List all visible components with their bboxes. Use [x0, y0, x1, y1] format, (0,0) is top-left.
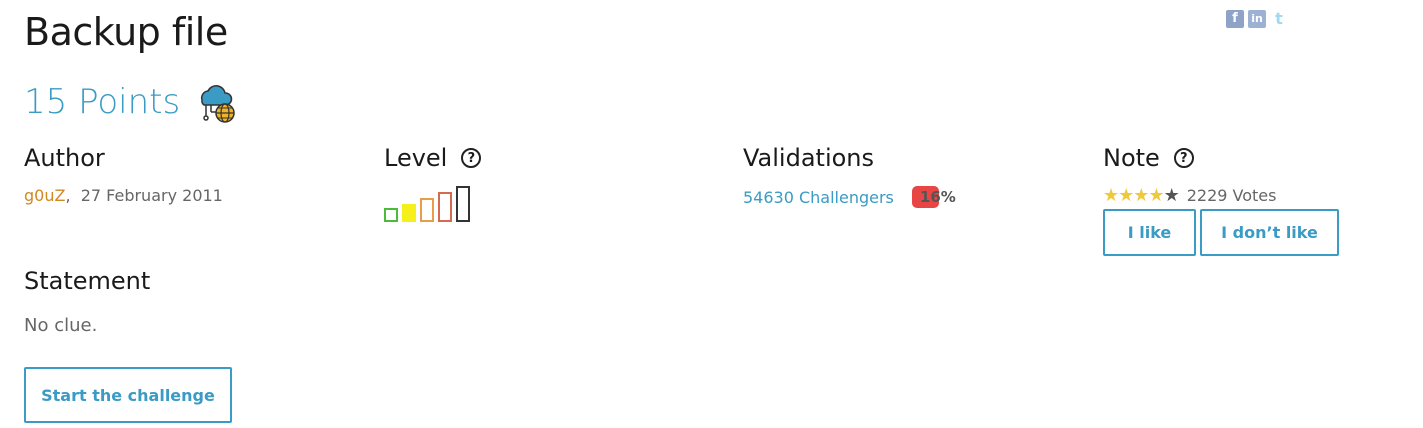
share-links: f in t	[1226, 10, 1288, 28]
star-icon: ★	[1148, 184, 1164, 206]
note-heading: Note	[1103, 144, 1160, 172]
author-link[interactable]: g0uZ	[24, 186, 65, 205]
star-icon: ★	[1163, 184, 1180, 206]
rating-row: ★ ★ ★ ★ ★ 2229 Votes	[1103, 186, 1339, 205]
star-icon: ★	[1103, 184, 1119, 206]
statement-text: No clue.	[24, 315, 98, 336]
success-rate-badge: 16%	[911, 186, 956, 208]
author-meta: g0uZ, 27 February 2011	[24, 186, 223, 205]
note-help-icon[interactable]: ?	[1173, 148, 1194, 168]
facebook-icon[interactable]: f	[1226, 10, 1244, 28]
validations-section: Validations 54630 Challengers 16%	[743, 144, 956, 208]
note-heading-row: Note ?	[1103, 144, 1339, 172]
challengers-link[interactable]: 54630 Challengers	[743, 188, 894, 207]
validations-heading: Validations	[743, 144, 875, 172]
level-bar	[402, 204, 416, 222]
dislike-button[interactable]: I don’t like	[1200, 209, 1339, 256]
star-rating: ★ ★ ★ ★ ★	[1103, 184, 1180, 206]
like-button[interactable]: I like	[1103, 209, 1196, 256]
author-section: Author g0uZ, 27 February 2011	[24, 144, 223, 205]
note-section: Note ? ★ ★ ★ ★ ★ 2229 Votes I like I don…	[1103, 144, 1339, 256]
statement-heading: Statement	[24, 267, 151, 295]
star-icon: ★	[1133, 184, 1149, 206]
level-help-icon[interactable]: ?	[461, 148, 482, 168]
start-challenge-button[interactable]: Start the challenge	[24, 367, 232, 423]
twitter-icon[interactable]: t	[1270, 10, 1288, 28]
validations-row: 54630 Challengers 16%	[743, 186, 956, 208]
level-bar	[384, 208, 398, 222]
level-bar	[420, 198, 434, 222]
cloud-web-icon	[201, 85, 235, 123]
author-heading: Author	[24, 144, 105, 172]
level-indicator	[384, 186, 481, 222]
challenge-points: 15 Points	[24, 82, 181, 122]
level-heading-row: Level ?	[384, 144, 482, 172]
level-heading: Level	[384, 144, 448, 172]
points-row: 15 Points	[24, 80, 238, 124]
vote-count: 2229 Votes	[1186, 186, 1277, 205]
vote-buttons: I like I don’t like	[1103, 209, 1339, 256]
challenge-title: Backup file	[24, 10, 228, 54]
success-rate-text: 16%	[919, 188, 956, 206]
level-section: Level ?	[384, 144, 482, 222]
linkedin-icon[interactable]: in	[1248, 10, 1266, 28]
star-icon: ★	[1118, 184, 1134, 206]
author-separator: ,	[65, 186, 71, 205]
level-bar	[438, 192, 452, 222]
publish-date: 27 February 2011	[80, 186, 223, 205]
level-bar	[456, 186, 470, 222]
